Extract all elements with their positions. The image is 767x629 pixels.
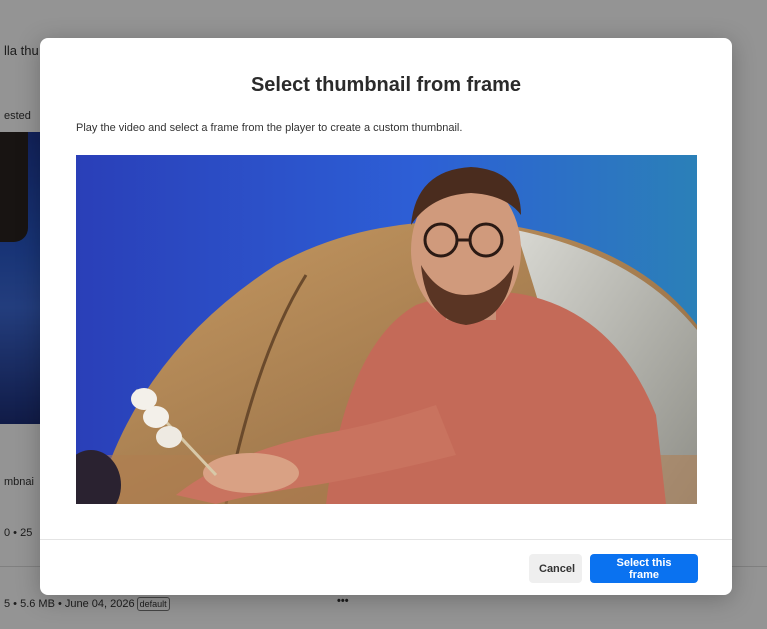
thumbnail-modal: Select thumbnail from frame Play the vid… bbox=[40, 38, 732, 595]
cancel-button[interactable]: Cancel bbox=[529, 554, 582, 583]
video-frame bbox=[76, 155, 697, 504]
app-viewport: lla thu ested mbnai 0 • 25 5 • 5.6 MB • … bbox=[0, 0, 767, 629]
select-frame-button[interactable]: Select this frame bbox=[590, 554, 698, 583]
modal-description: Play the video and select a frame from t… bbox=[76, 122, 463, 134]
video-player[interactable] bbox=[76, 155, 697, 504]
modal-title: Select thumbnail from frame bbox=[250, 74, 522, 96]
modal-footer-divider bbox=[40, 539, 732, 540]
